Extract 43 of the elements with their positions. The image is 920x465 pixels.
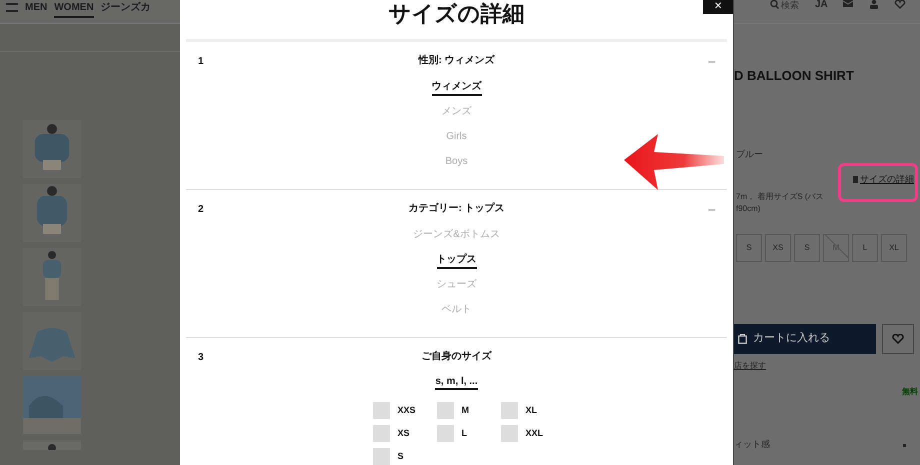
step-heading: カテゴリー: トップス	[408, 202, 505, 216]
step-number: 3	[198, 351, 204, 365]
step-number: 1	[198, 55, 204, 69]
size-button[interactable]: XL	[881, 234, 907, 262]
search-label[interactable]: 検索	[781, 0, 799, 10]
add-to-cart-button[interactable]: カートに入れる	[734, 324, 876, 354]
size-button[interactable]: S	[794, 234, 820, 262]
store-link[interactable]: 店を探す	[734, 360, 766, 372]
size-label: XXS	[398, 404, 416, 417]
nav-link[interactable]: MEN	[25, 2, 48, 14]
option-link[interactable]: トップス	[436, 253, 476, 269]
model-info: 7m， 着用サイズS (バス f90cm)	[736, 190, 825, 214]
size-label: L	[462, 426, 467, 440]
collapse-icon[interactable]: –	[708, 200, 715, 218]
color-name: ブルー	[736, 148, 764, 160]
option-link[interactable]: ベルト	[442, 303, 472, 319]
size-button[interactable]: L	[852, 234, 878, 262]
nav-link[interactable]: ジーンズカ	[100, 2, 151, 14]
size-button[interactable]: S	[736, 234, 762, 262]
option-link[interactable]: Girls	[446, 130, 467, 146]
close-button[interactable]: ✕	[703, 0, 733, 14]
size-label: XXL	[526, 426, 544, 440]
step-number: 2	[198, 203, 204, 217]
size-label: M	[462, 404, 469, 417]
shipping-label: 無料	[902, 386, 918, 398]
collapse-icon[interactable]: –	[708, 52, 715, 70]
size-label: XL	[526, 404, 538, 417]
option-link[interactable]: シューズ	[436, 278, 476, 294]
step-heading: 性別: ウィメンズ	[418, 54, 495, 68]
language-selector[interactable]: JA	[815, 0, 828, 10]
format-link[interactable]: s, m, l, ...	[435, 376, 478, 390]
size-button[interactable]: XS	[765, 234, 791, 262]
step-heading: ご自身のサイズ	[422, 350, 492, 364]
option-link[interactable]: ウィメンズ	[432, 80, 482, 96]
option-link[interactable]: ジーンズ&ボトムス	[413, 228, 500, 244]
product-title: D BALLOON SHIRT	[734, 67, 855, 85]
option-link[interactable]: Boys	[445, 155, 468, 171]
nav-link[interactable]: WOMEN	[54, 2, 94, 18]
size-label: S	[398, 450, 404, 463]
option-link[interactable]: メンズ	[442, 105, 472, 121]
size-label: XS	[398, 426, 410, 440]
section-heading[interactable]: ィット感	[734, 438, 770, 451]
size-guide-link[interactable]: サイズの詳細	[860, 173, 914, 186]
